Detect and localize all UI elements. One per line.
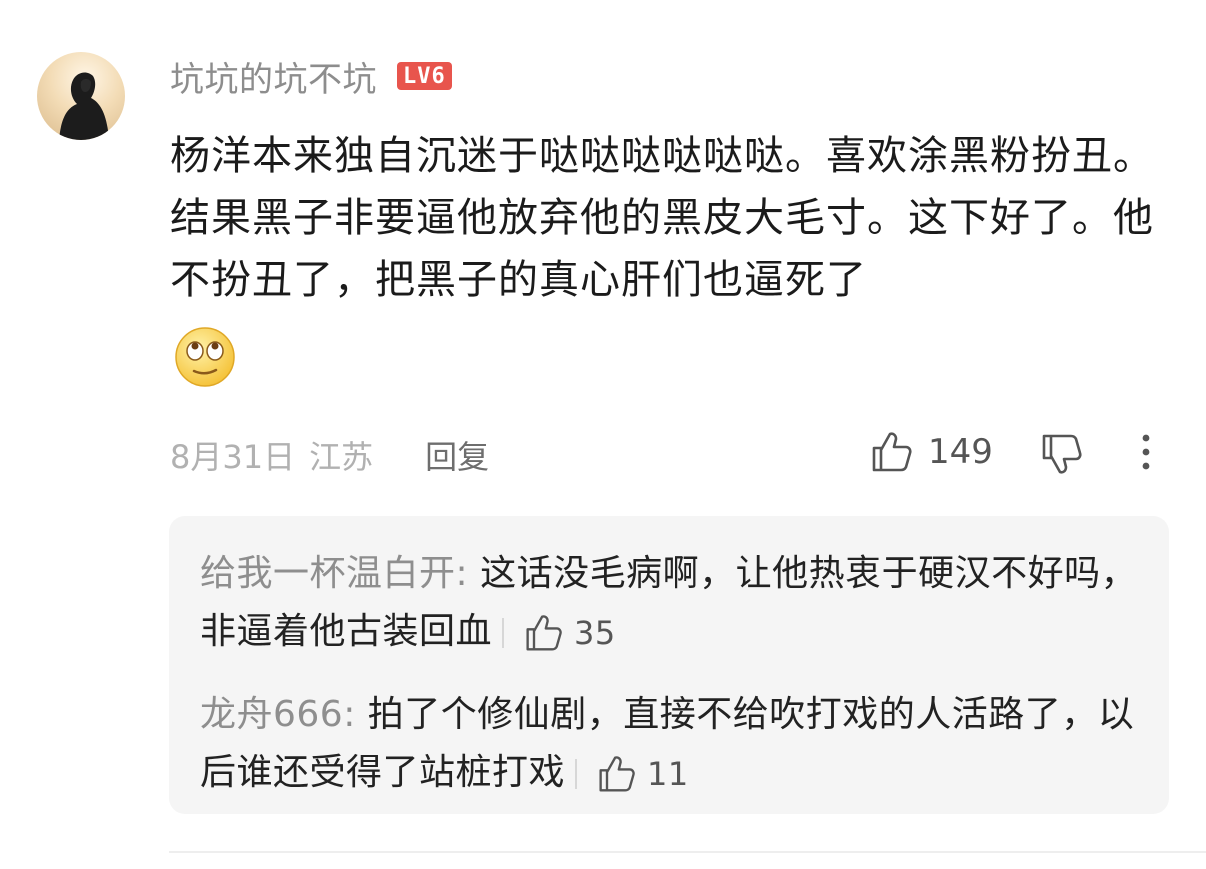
separator [502,618,505,648]
reply-like-button[interactable]: 35 [524,604,616,662]
reply-like-count: 11 [647,755,689,793]
level-badge: LV6 [397,62,452,90]
comment-header: 坑坑的坑不坑 LV6 [170,52,452,100]
thumbs-down-icon [1042,434,1082,474]
thumbs-up-icon [872,432,912,472]
rolling-eyes-emoji-icon [175,327,235,387]
dislike-button[interactable] [1040,432,1084,480]
reply-item[interactable]: 给我一杯温白开: 这话没毛病啊，让他热衷于硬汉不好吗，非逼着他古装回血 35 [200,545,1150,662]
more-vertical-icon [1142,434,1150,470]
reply-like-button[interactable]: 11 [597,745,689,803]
reply-like-count: 35 [574,614,616,652]
avatar[interactable] [37,52,125,140]
reply-item[interactable]: 龙舟666: 拍了个修仙剧，直接不给吹打戏的人活路了，以后谁还受得了站桩打戏 11 [200,686,1150,803]
comment-location: 江苏 [309,438,374,476]
reply-button[interactable]: 回复 [425,432,489,478]
separator [575,759,578,789]
avatar-image [59,72,109,140]
replies-container: 给我一杯温白开: 这话没毛病啊，让他热衷于硬汉不好吗，非逼着他古装回血 35 龙舟… [169,516,1169,814]
reply-author[interactable]: 给我一杯温白开: [200,553,468,594]
thumbs-up-icon [526,615,562,651]
more-options-button[interactable] [1134,430,1158,478]
username[interactable]: 坑坑的坑不坑 [170,52,377,101]
comment-meta: 8月31日 江苏 回复 [170,428,1170,482]
comment-date: 8月31日 [170,438,296,476]
like-count: 149 [928,432,993,472]
divider [169,851,1206,853]
comment-text: 杨洋本来独自沉迷于哒哒哒哒哒哒。喜欢涂黑粉扮丑。结果黑子非要逼他放弃他的黑皮大毛… [170,133,1154,303]
thumbs-up-icon [599,756,635,792]
like-button[interactable]: 149 [870,430,993,474]
reply-author[interactable]: 龙舟666: [200,694,356,735]
